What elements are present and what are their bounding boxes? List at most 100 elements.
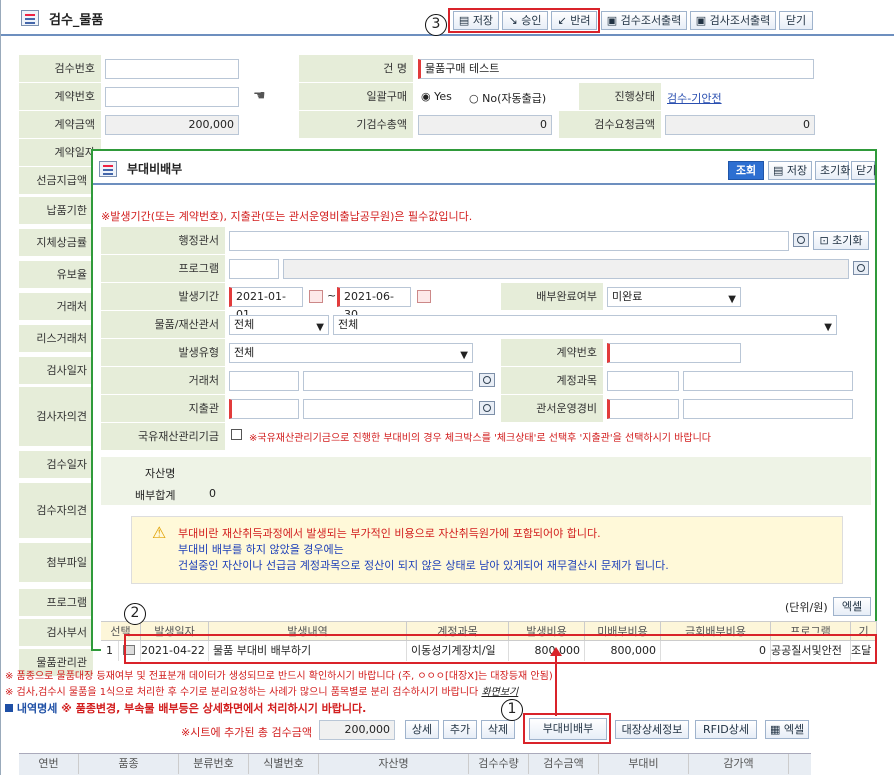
popup-title-bar: 부대비배부 조회 ▤ 저장 초기화 닫기 (93, 151, 876, 185)
sheet-total-label: ※시트에 추가된 총 검수금액 (181, 726, 313, 739)
main-title: 검수_물품 (49, 13, 104, 28)
chevron-down-icon: ▼ (460, 350, 468, 361)
vendor-search-icon[interactable] (479, 373, 495, 387)
unit-label: (단위/원) (785, 601, 828, 614)
excel-button[interactable]: ▦ 엑셀 (765, 720, 809, 739)
allocation-popup: 부대비배부 조회 ▤ 저장 초기화 닫기 ※발생기간(또는 계약번호), 지출관… (91, 149, 877, 661)
sheet-total-field: 200,000 (319, 720, 395, 740)
program-search-icon[interactable] (853, 261, 869, 275)
label-reserve-rate: 유보율 (19, 261, 93, 289)
vendor-name-field[interactable] (303, 371, 473, 391)
bottom-grid-header: 연번 품종 분류번호 식별번호 자산명 검수수량 검수금액 부대비 감가액 (19, 753, 811, 775)
col-depreciation: 감가액 (689, 754, 789, 774)
subject-field[interactable]: 물품구매 테스트 (418, 59, 814, 79)
office-expense-name-field[interactable] (683, 399, 853, 419)
spender-search-icon[interactable] (479, 401, 495, 415)
goods-office-select[interactable]: 전체 ▼ (229, 315, 329, 335)
warning-line-3: 건설중인 자산이나 선급금 계정과목으로 정산이 되지 않은 상태로 남아 있게… (178, 559, 669, 572)
bulk-no-radio[interactable]: ○ No(자동출급) (469, 90, 546, 106)
label-fund: 국유재산관리기금 (101, 423, 225, 451)
label-prev-amount: 기검수총액 (299, 111, 413, 139)
popup-form: 행정관서 ⊡ 초기화 프로그램 발생기간 2021-01-01 ~ 2021-0… (101, 227, 871, 475)
vendor-code-field[interactable] (229, 371, 299, 391)
detail-header: 내역명세 ※ 품종변경, 부속물 배부등은 상세화면에서 처리하시기 바랍니다. (5, 700, 366, 716)
label-alloc-total: 배부합계 (135, 489, 176, 502)
col-no: 연번 (19, 754, 79, 774)
label-account: 계정과목 (501, 367, 603, 395)
office-reset-button[interactable]: ⊡ 초기화 (813, 231, 869, 250)
office-field[interactable] (229, 231, 789, 251)
annotation-2: 2 (124, 603, 146, 625)
label-checker-opinion: 검수자의견 (19, 483, 93, 539)
date-to-calendar-icon[interactable] (417, 290, 431, 303)
add-button[interactable]: 추가 (443, 720, 477, 739)
label-inspect-date: 검사일자 (19, 357, 93, 385)
warning-icon: ⚠ (152, 523, 167, 542)
account-code-field[interactable] (607, 371, 679, 391)
contract-no-field[interactable] (607, 343, 741, 363)
warning-line-2: 부대비 배부를 하지 않았을 경우에는 (178, 543, 344, 556)
popup-save-button[interactable]: ▤ 저장 (768, 161, 812, 180)
spender-name-field[interactable] (303, 399, 473, 419)
col-alloc: 부대비 (599, 754, 689, 774)
chevron-down-icon: ▼ (824, 322, 832, 333)
label-inspect-dept: 검사부서 (19, 619, 93, 647)
label-office: 행정관서 (101, 227, 225, 255)
annotation-1: 1 (501, 699, 523, 721)
program-code-field[interactable] (229, 259, 279, 279)
goods-office-select-2[interactable]: 전체 ▼ (333, 315, 837, 335)
chevron-down-icon: ▼ (316, 322, 324, 333)
date-from-field[interactable]: 2021-01-01 (229, 287, 303, 321)
label-progress: 진행상태 (579, 83, 661, 111)
screen-view-link[interactable]: 화면보기 (481, 687, 518, 698)
fund-checkbox[interactable] (231, 429, 242, 440)
date-separator: ~ (327, 289, 337, 302)
office-expense-code-field[interactable] (607, 399, 679, 419)
annotation-3: 3 (425, 14, 447, 36)
annotation-arrow-line (555, 654, 557, 716)
date-from-calendar-icon[interactable] (309, 290, 323, 303)
label-bulk: 일괄구매 (299, 83, 413, 111)
detail-note: ※ 품종변경, 부속물 배부등은 상세화면에서 처리하시기 바랍니다. (61, 702, 367, 715)
hand-icon[interactable]: ☚ (253, 88, 266, 104)
warning-box: ⚠ 부대비란 재산취득과정에서 발생되는 부가적인 비용으로 자산취득원가에 포… (131, 516, 843, 584)
popup-close-button[interactable]: 닫기 (851, 161, 876, 180)
contract-no-field[interactable] (105, 87, 239, 107)
type-select[interactable]: 전체 ▼ (229, 343, 473, 363)
inspect-report-print-button[interactable]: ▣ 검수조서출력 (601, 11, 687, 30)
label-program: 프로그램 (19, 589, 93, 617)
popup-excel-button[interactable]: 엑셀 (833, 597, 871, 616)
popup-title: 부대비배부 (127, 162, 183, 176)
popup-reset-button[interactable]: 초기화 (815, 161, 850, 180)
ledger-detail-button[interactable]: 대장상세정보 (615, 720, 689, 739)
program-name-field (283, 259, 849, 279)
fund-notice: ※국유재산관리기금으로 진행한 부대비의 경우 체크박스를 '체크상태'로 선택… (249, 433, 711, 444)
inspector-report-print-button[interactable]: ▣ 검사조서출력 (690, 11, 776, 30)
delete-button[interactable]: 삭제 (481, 720, 515, 739)
bulk-yes-radio[interactable]: ◉ Yes (421, 90, 452, 103)
label-program: 프로그램 (101, 255, 225, 283)
office-search-icon[interactable] (793, 233, 809, 247)
inspect-no-field[interactable] (105, 59, 239, 79)
date-to-field[interactable]: 2021-06-30 (337, 287, 411, 321)
close-button[interactable]: 닫기 (779, 11, 813, 30)
required-notice: ※발생기간(또는 계약번호), 지출관(또는 관서운영비출납공무원)은 필수값입… (101, 210, 473, 223)
search-button[interactable]: 조회 (728, 161, 764, 180)
account-name-field[interactable] (683, 371, 853, 391)
col-qty: 검수수량 (469, 754, 529, 774)
prev-amount-field: 0 (418, 115, 552, 135)
notice-1: ※ 품종으로 물품대장 등재여부 및 전표분개 데이터가 생성되므로 반드시 확… (5, 671, 553, 682)
label-vendor: 거래처 (19, 293, 93, 321)
detail-button[interactable]: 상세 (405, 720, 439, 739)
spender-code-field[interactable] (229, 399, 299, 419)
rfid-detail-button[interactable]: RFID상세 (695, 720, 757, 739)
label-delivery: 납품기한 (19, 197, 93, 225)
label-contract-no: 계약번호 (501, 339, 603, 367)
done-select[interactable]: 미완료 ▼ (607, 287, 741, 307)
annotation-box-2 (124, 634, 877, 664)
label-vendor: 거래처 (101, 367, 225, 395)
notice-2: ※ 검사,검수시 물품을 1식으로 처리한 후 수기로 분리요청하는 사례가 많… (5, 687, 519, 698)
label-inspect-no: 검수번호 (19, 55, 101, 83)
col-id-no: 식별번호 (249, 754, 319, 774)
label-check-date: 검수일자 (19, 451, 93, 479)
